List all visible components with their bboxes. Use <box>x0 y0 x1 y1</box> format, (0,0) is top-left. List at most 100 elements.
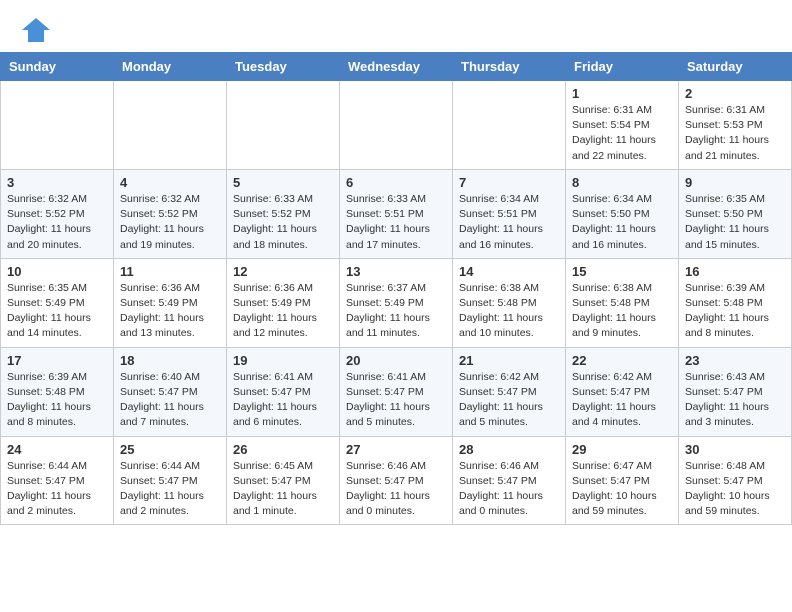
calendar-cell <box>340 81 453 170</box>
day-info: Sunrise: 6:35 AM Sunset: 5:49 PM Dayligh… <box>7 281 107 342</box>
calendar-table: SundayMondayTuesdayWednesdayThursdayFrid… <box>0 52 792 525</box>
day-number: 17 <box>7 353 107 368</box>
day-number: 5 <box>233 175 333 190</box>
logo-icon <box>20 16 52 44</box>
calendar-col-wednesday: Wednesday <box>340 53 453 81</box>
calendar-cell: 4Sunrise: 6:32 AM Sunset: 5:52 PM Daylig… <box>114 169 227 258</box>
day-number: 10 <box>7 264 107 279</box>
day-number: 22 <box>572 353 672 368</box>
calendar-col-friday: Friday <box>566 53 679 81</box>
day-info: Sunrise: 6:33 AM Sunset: 5:51 PM Dayligh… <box>346 192 446 253</box>
calendar-header-row: SundayMondayTuesdayWednesdayThursdayFrid… <box>1 53 792 81</box>
day-number: 13 <box>346 264 446 279</box>
day-number: 26 <box>233 442 333 457</box>
calendar-cell <box>1 81 114 170</box>
day-number: 6 <box>346 175 446 190</box>
day-info: Sunrise: 6:46 AM Sunset: 5:47 PM Dayligh… <box>459 459 559 520</box>
day-number: 15 <box>572 264 672 279</box>
calendar-cell: 30 Sunrise: 6:48 AM Sunset: 5:47 PM Dayli… <box>679 436 792 525</box>
calendar-col-saturday: Saturday <box>679 53 792 81</box>
day-info: Sunrise: 6:39 AM Sunset: 5:48 PM Dayligh… <box>7 370 107 431</box>
calendar-cell: 27Sunrise: 6:46 AM Sunset: 5:47 PM Dayli… <box>340 436 453 525</box>
calendar-cell: 16Sunrise: 6:39 AM Sunset: 5:48 PM Dayli… <box>679 258 792 347</box>
calendar-cell: 28 Sunrise: 6:46 AM Sunset: 5:47 PM Dayli… <box>453 436 566 525</box>
day-number: 24 <box>7 442 107 457</box>
day-number: 7 <box>459 175 559 190</box>
day-info: Sunrise: 6:32 AM Sunset: 5:52 PM Dayligh… <box>7 192 107 253</box>
day-number: 25 <box>120 442 220 457</box>
day-number: 20 <box>346 353 446 368</box>
calendar-cell: 21Sunrise: 6:42 AM Sunset: 5:47 PM Dayli… <box>453 347 566 436</box>
day-info: Sunrise: 6:42 AM Sunset: 5:47 PM Dayligh… <box>572 370 672 431</box>
day-info: Sunrise: 6:41 AM Sunset: 5:47 PM Dayligh… <box>233 370 333 431</box>
calendar-cell <box>227 81 340 170</box>
day-info: Sunrise: 6:45 AM Sunset: 5:47 PM Dayligh… <box>233 459 333 520</box>
calendar-cell: 5 Sunrise: 6:33 AM Sunset: 5:52 PM Daylig… <box>227 169 340 258</box>
calendar-cell: 11 Sunrise: 6:36 AM Sunset: 5:49 PM Dayli… <box>114 258 227 347</box>
calendar-cell <box>114 81 227 170</box>
day-number: 23 <box>685 353 785 368</box>
calendar-cell: 29 Sunrise: 6:47 AM Sunset: 5:47 PM Dayli… <box>566 436 679 525</box>
calendar-col-tuesday: Tuesday <box>227 53 340 81</box>
calendar-cell: 2 Sunrise: 6:31 AM Sunset: 5:53 PM Daylig… <box>679 81 792 170</box>
calendar-cell: 18 Sunrise: 6:40 AM Sunset: 5:47 PM Dayli… <box>114 347 227 436</box>
calendar-cell: 14 Sunrise: 6:38 AM Sunset: 5:48 PM Dayli… <box>453 258 566 347</box>
day-number: 12 <box>233 264 333 279</box>
day-info: Sunrise: 6:32 AM Sunset: 5:52 PM Dayligh… <box>120 192 220 253</box>
day-info: Sunrise: 6:44 AM Sunset: 5:47 PM Dayligh… <box>120 459 220 520</box>
day-info: Sunrise: 6:34 AM Sunset: 5:50 PM Dayligh… <box>572 192 672 253</box>
day-number: 28 <box>459 442 559 457</box>
day-number: 18 <box>120 353 220 368</box>
day-info: Sunrise: 6:31 AM Sunset: 5:53 PM Dayligh… <box>685 103 785 164</box>
day-number: 11 <box>120 264 220 279</box>
calendar-cell: 19 Sunrise: 6:41 AM Sunset: 5:47 PM Dayli… <box>227 347 340 436</box>
calendar-cell: 20 Sunrise: 6:41 AM Sunset: 5:47 PM Dayli… <box>340 347 453 436</box>
calendar-cell: 26 Sunrise: 6:45 AM Sunset: 5:47 PM Dayli… <box>227 436 340 525</box>
calendar-cell: 8 Sunrise: 6:34 AM Sunset: 5:50 PM Daylig… <box>566 169 679 258</box>
day-info: Sunrise: 6:41 AM Sunset: 5:47 PM Dayligh… <box>346 370 446 431</box>
calendar-cell: 3Sunrise: 6:32 AM Sunset: 5:52 PM Daylig… <box>1 169 114 258</box>
day-info: Sunrise: 6:40 AM Sunset: 5:47 PM Dayligh… <box>120 370 220 431</box>
day-info: Sunrise: 6:48 AM Sunset: 5:47 PM Dayligh… <box>685 459 785 520</box>
day-info: Sunrise: 6:38 AM Sunset: 5:48 PM Dayligh… <box>459 281 559 342</box>
day-number: 14 <box>459 264 559 279</box>
calendar-week-3: 10 Sunrise: 6:35 AM Sunset: 5:49 PM Dayli… <box>1 258 792 347</box>
calendar-cell: 13 Sunrise: 6:37 AM Sunset: 5:49 PM Dayli… <box>340 258 453 347</box>
day-info: Sunrise: 6:33 AM Sunset: 5:52 PM Dayligh… <box>233 192 333 253</box>
day-number: 9 <box>685 175 785 190</box>
day-number: 8 <box>572 175 672 190</box>
page-header <box>0 0 792 52</box>
day-info: Sunrise: 6:39 AM Sunset: 5:48 PM Dayligh… <box>685 281 785 342</box>
day-number: 21 <box>459 353 559 368</box>
calendar-cell: 6 Sunrise: 6:33 AM Sunset: 5:51 PM Daylig… <box>340 169 453 258</box>
day-info: Sunrise: 6:31 AM Sunset: 5:54 PM Dayligh… <box>572 103 672 164</box>
day-number: 19 <box>233 353 333 368</box>
calendar-week-4: 17 Sunrise: 6:39 AM Sunset: 5:48 PM Dayli… <box>1 347 792 436</box>
calendar-cell: 15 Sunrise: 6:38 AM Sunset: 5:48 PM Dayli… <box>566 258 679 347</box>
day-info: Sunrise: 6:47 AM Sunset: 5:47 PM Dayligh… <box>572 459 672 520</box>
day-info: Sunrise: 6:38 AM Sunset: 5:48 PM Dayligh… <box>572 281 672 342</box>
calendar-cell: 22 Sunrise: 6:42 AM Sunset: 5:47 PM Dayli… <box>566 347 679 436</box>
calendar-week-1: 1Sunrise: 6:31 AM Sunset: 5:54 PM Daylig… <box>1 81 792 170</box>
calendar-cell: 12Sunrise: 6:36 AM Sunset: 5:49 PM Dayli… <box>227 258 340 347</box>
day-info: Sunrise: 6:35 AM Sunset: 5:50 PM Dayligh… <box>685 192 785 253</box>
calendar-cell: 23 Sunrise: 6:43 AM Sunset: 5:47 PM Dayli… <box>679 347 792 436</box>
day-number: 30 <box>685 442 785 457</box>
day-number: 29 <box>572 442 672 457</box>
day-info: Sunrise: 6:34 AM Sunset: 5:51 PM Dayligh… <box>459 192 559 253</box>
calendar-cell: 9 Sunrise: 6:35 AM Sunset: 5:50 PM Daylig… <box>679 169 792 258</box>
day-info: Sunrise: 6:36 AM Sunset: 5:49 PM Dayligh… <box>120 281 220 342</box>
day-number: 2 <box>685 86 785 101</box>
day-info: Sunrise: 6:44 AM Sunset: 5:47 PM Dayligh… <box>7 459 107 520</box>
calendar-col-thursday: Thursday <box>453 53 566 81</box>
calendar-cell: 1Sunrise: 6:31 AM Sunset: 5:54 PM Daylig… <box>566 81 679 170</box>
day-info: Sunrise: 6:43 AM Sunset: 5:47 PM Dayligh… <box>685 370 785 431</box>
calendar-cell: 25 Sunrise: 6:44 AM Sunset: 5:47 PM Dayli… <box>114 436 227 525</box>
day-info: Sunrise: 6:46 AM Sunset: 5:47 PM Dayligh… <box>346 459 446 520</box>
calendar-cell: 17 Sunrise: 6:39 AM Sunset: 5:48 PM Dayli… <box>1 347 114 436</box>
calendar-cell: 10 Sunrise: 6:35 AM Sunset: 5:49 PM Dayli… <box>1 258 114 347</box>
calendar-cell: 7 Sunrise: 6:34 AM Sunset: 5:51 PM Daylig… <box>453 169 566 258</box>
day-info: Sunrise: 6:37 AM Sunset: 5:49 PM Dayligh… <box>346 281 446 342</box>
calendar-cell <box>453 81 566 170</box>
calendar-week-5: 24 Sunrise: 6:44 AM Sunset: 5:47 PM Dayli… <box>1 436 792 525</box>
